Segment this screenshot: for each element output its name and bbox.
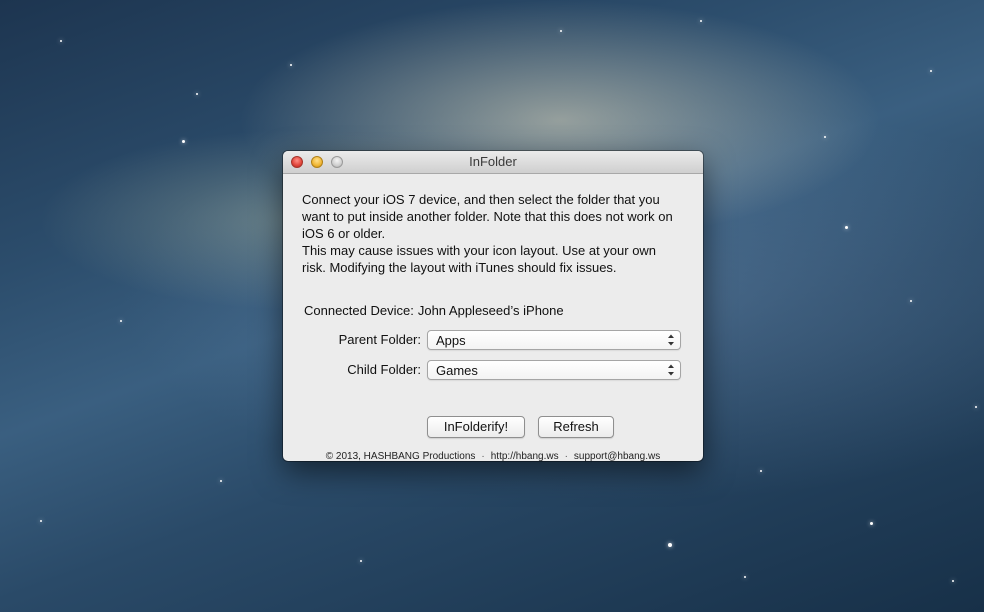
child-folder-value: Games — [436, 363, 478, 378]
star — [952, 580, 954, 582]
star — [182, 140, 185, 143]
chevron-up-down-icon — [668, 364, 674, 376]
star — [220, 480, 222, 482]
instructions-paragraph-2: This may cause issues with your icon lay… — [302, 243, 657, 275]
parent-folder-value: Apps — [436, 333, 466, 348]
child-folder-select[interactable]: Games — [427, 360, 681, 380]
star — [196, 93, 198, 95]
star — [930, 70, 932, 72]
refresh-button[interactable]: Refresh — [538, 416, 614, 438]
star — [120, 320, 122, 322]
support-email-link[interactable]: support@hbang.ws — [574, 451, 660, 461]
star — [360, 560, 362, 562]
star — [60, 40, 62, 42]
footer-separator: · — [564, 451, 568, 461]
star — [824, 136, 826, 138]
title-bar[interactable]: InFolder — [283, 151, 703, 174]
star — [668, 543, 672, 547]
website-link[interactable]: http://hbang.ws — [491, 451, 559, 461]
parent-folder-label: Parent Folder: — [338, 332, 421, 347]
copyright-text: © 2013, HASHBANG Productions — [325, 451, 476, 461]
connected-device-value: John Appleseed’s iPhone — [417, 303, 564, 318]
star — [975, 406, 977, 408]
footer: © 2013, HASHBANG Productions · http://hban… — [283, 451, 703, 461]
parent-folder-select[interactable]: Apps — [427, 330, 681, 350]
chevron-up-down-icon — [668, 334, 674, 346]
star — [560, 30, 562, 32]
child-folder-label: Child Folder: — [347, 362, 421, 377]
star — [290, 64, 292, 66]
infolderify-button[interactable]: InFolderify! — [427, 416, 525, 438]
infolder-window: InFolder Connect your iOS 7 device, and … — [283, 151, 703, 461]
star — [870, 522, 873, 525]
window-title: InFolder — [469, 154, 517, 169]
connected-device-row: Connected Device: John Appleseed’s iPhone — [304, 303, 564, 318]
instructions-text: Connect your iOS 7 device, and then sele… — [302, 191, 682, 276]
connected-device-label: Connected Device: — [304, 303, 414, 318]
star — [40, 520, 42, 522]
star — [744, 576, 746, 578]
instructions-paragraph-1: Connect your iOS 7 device, and then sele… — [302, 192, 673, 241]
footer-separator: · — [481, 451, 485, 461]
star — [845, 226, 848, 229]
star — [910, 300, 912, 302]
star — [760, 470, 762, 472]
star — [700, 20, 702, 22]
